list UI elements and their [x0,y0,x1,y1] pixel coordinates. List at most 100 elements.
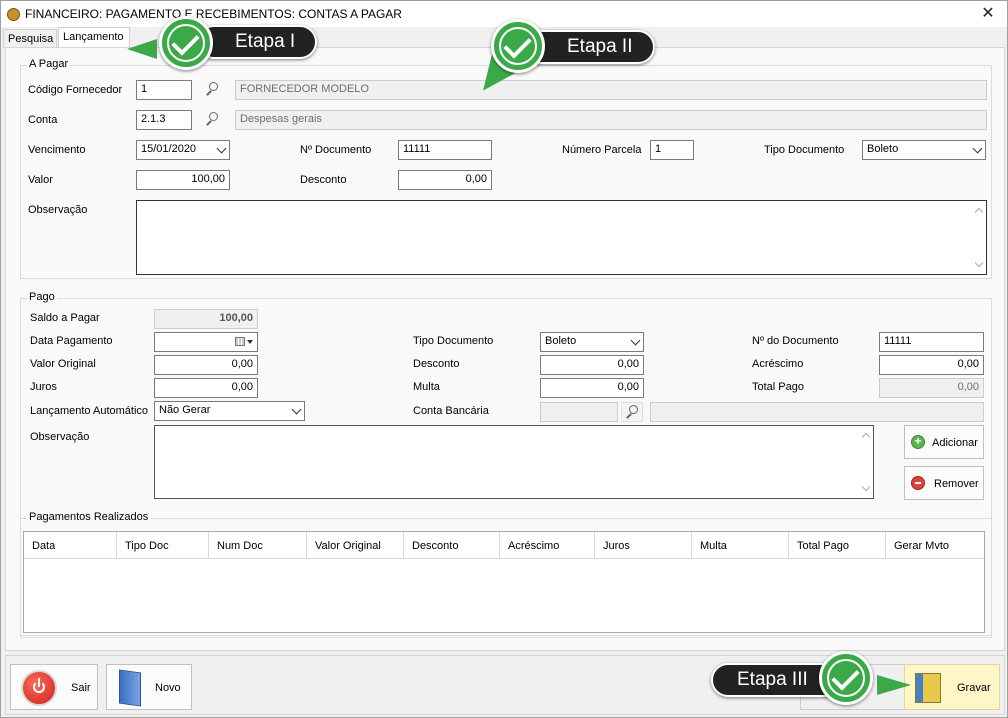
conta-bancaria-label: Conta Bancária [413,405,489,417]
data-pagamento-date-picker[interactable] [154,332,258,352]
adicionar-button[interactable]: + Adicionar [904,425,984,459]
acrescimo-input[interactable]: 0,00 [879,355,984,375]
coin-icon [7,8,20,21]
column-header-total-pago[interactable]: Total Pago [789,532,886,559]
vencimento-date-picker[interactable]: 15/01/2020 [136,140,230,160]
tab-lancamento[interactable]: Lançamento [58,27,130,48]
etapa-2-check-icon [491,19,545,73]
pago-tipo-documento-value: Boleto [545,335,577,347]
calendar-icon [235,337,245,346]
num-parcela-input[interactable]: 1 [650,140,694,160]
pago-num-documento-label: Nº do Documento [752,335,839,347]
remover-label: Remover [934,478,979,490]
search-fornecedor-icon[interactable] [202,80,224,100]
app-window: FINANCEIRO: PAGAMENTO E RECEBIMENTOS: CO… [0,0,1008,718]
tipo-documento-value: Boleto [867,143,899,155]
lancamento-automatico-label: Lançamento Automático [30,405,149,417]
pago-desconto-label: Desconto [413,358,460,370]
column-header-num-doc[interactable]: Num Doc [209,532,307,559]
desconto-input[interactable]: 0,00 [398,170,492,190]
search-conta-icon[interactable] [202,110,224,130]
observacao-label: Observação [28,204,88,216]
scroll-down-icon[interactable] [974,258,984,268]
num-documento-input[interactable]: 11111 [398,140,492,160]
etapa-3-pointer [877,675,911,695]
conta-name-field: Despesas gerais [235,110,987,130]
chevron-down-icon [216,143,227,154]
etapa-3-check-icon [819,651,873,705]
gravar-label: Gravar [957,682,991,694]
column-header-multa[interactable]: Multa [692,532,789,559]
novo-button[interactable]: Novo [106,664,192,710]
juros-input[interactable]: 0,00 [154,378,258,398]
novo-label: Novo [155,682,181,694]
pago-tipo-documento-select[interactable]: Boleto [540,332,644,352]
adicionar-label: Adicionar [932,437,978,449]
total-pago-label: Total Pago [752,381,804,393]
scroll-down-icon[interactable] [861,482,871,492]
fornecedor-name-field: FORNECEDOR MODELO [235,80,987,100]
codigo-fornecedor-label: Código Fornecedor [28,84,123,96]
pagamentos-grid[interactable]: Data Tipo Doc Num Doc Valor Original Des… [23,531,985,633]
vencimento-label: Vencimento [28,144,86,156]
scroll-up-icon[interactable] [974,207,984,217]
tipo-documento-select[interactable]: Boleto [862,140,986,160]
window-title: FINANCEIRO: PAGAMENTO E RECEBIMENTOS: CO… [25,7,402,21]
chevron-down-icon [972,143,983,154]
a-pagar-legend: A Pagar [27,58,71,70]
folder-save-icon [915,673,941,703]
multa-input[interactable]: 0,00 [540,378,644,398]
num-parcela-label: Número Parcela [562,144,642,156]
etapa-1-pointer [127,39,157,59]
tipo-documento-label: Tipo Documento [764,144,845,156]
pago-observacao-textarea[interactable] [154,425,874,499]
desconto-label: Desconto [300,174,347,186]
pagamentos-realizados-legend: Pagamentos Realizados [27,511,151,523]
sair-label: Sair [71,682,91,694]
pago-desconto-input[interactable]: 0,00 [540,355,644,375]
new-document-icon [119,669,141,707]
conta-bancaria-name-field [650,402,984,422]
column-header-data[interactable]: Data [24,532,117,559]
juros-label: Juros [30,381,57,393]
column-header-tipo-doc[interactable]: Tipo Doc [117,532,209,559]
column-header-desconto[interactable]: Desconto [404,532,500,559]
num-documento-label: Nº Documento [300,144,372,156]
column-header-juros[interactable]: Juros [595,532,692,559]
tab-pesquisa[interactable]: Pesquisa [3,29,57,48]
valor-original-input[interactable]: 0,00 [154,355,258,375]
chevron-down-icon [291,404,302,415]
scroll-up-icon[interactable] [861,432,871,442]
column-header-valor-original[interactable]: Valor Original [307,532,404,559]
conta-bancaria-input[interactable] [540,402,618,422]
valor-input[interactable]: 100,00 [136,170,230,190]
search-conta-bancaria-icon[interactable] [621,402,643,422]
total-pago-field: 0,00 [879,378,984,398]
conta-label: Conta [28,114,58,126]
vencimento-value: 15/01/2020 [141,143,197,155]
saldo-a-pagar-field: 100,00 [154,309,258,329]
codigo-fornecedor-input[interactable]: 1 [136,80,192,100]
observacao-textarea[interactable] [136,200,987,275]
gravar-button[interactable]: Gravar [904,664,1000,710]
lancamento-automatico-select[interactable]: Não Gerar [154,401,305,421]
conta-input[interactable]: 2.1.3 [136,110,192,130]
column-header-acrescimo[interactable]: Acréscimo [500,532,595,559]
pago-num-documento-input[interactable]: 11111 [879,332,984,352]
minus-icon [911,476,925,490]
sair-button[interactable]: Sair [10,664,98,710]
close-button[interactable]: ✕ [973,3,1003,25]
power-icon [21,670,57,706]
etapa-1-check-icon [159,16,213,70]
etapa-1-label: Etapa I [197,25,317,59]
acrescimo-label: Acréscimo [752,358,804,370]
chevron-down-icon [630,335,641,346]
valor-label: Valor [28,174,53,186]
remover-button[interactable]: Remover [904,466,984,500]
saldo-a-pagar-label: Saldo a Pagar [30,312,100,324]
pago-observacao-label: Observação [30,431,90,443]
column-header-gerar-mvto[interactable]: Gerar Mvto [886,532,984,559]
plus-icon: + [911,435,925,449]
lancamento-automatico-value: Não Gerar [159,404,211,416]
data-pagamento-label: Data Pagamento [30,335,113,347]
